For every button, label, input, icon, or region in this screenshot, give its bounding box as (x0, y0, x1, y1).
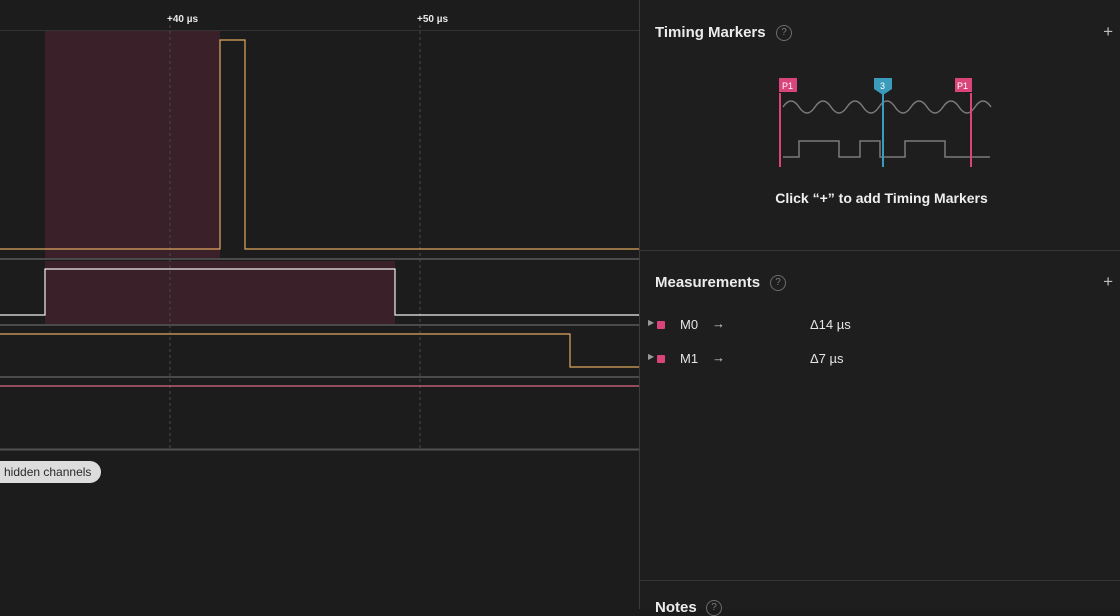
measurement-name: M0 (680, 317, 699, 332)
marker-flag-left-label: P1 (782, 81, 793, 91)
measurement-name: M1 (680, 351, 699, 366)
question-circle-icon[interactable]: ? (770, 275, 786, 291)
measurement-value: Δ7 µs (810, 351, 844, 366)
right-sidebar: Timing Markers ? + P1 3 P1 Click “+” to … (639, 0, 1120, 616)
section-divider (640, 580, 1120, 581)
add-timing-marker-button[interactable]: + (1103, 22, 1113, 42)
arrow-right-icon: → (712, 350, 725, 365)
selection-highlight (45, 261, 395, 324)
timing-markers-illustration: P1 3 P1 (779, 78, 992, 167)
question-circle-icon[interactable]: ? (776, 25, 792, 41)
illustration-sine-wave (782, 100, 992, 114)
arrow-right-icon: → (712, 316, 725, 331)
add-measurement-button[interactable]: + (1103, 272, 1113, 292)
notes-title: Notes (655, 599, 697, 616)
time-tick-label: +50 µs (417, 14, 449, 25)
hidden-channels-button[interactable]: hidden channels (0, 461, 102, 483)
marker-flag-mid-label: 3 (880, 81, 885, 91)
time-tick-label: +40 µs (167, 14, 199, 25)
plus-icon: + (1103, 272, 1113, 291)
section-divider (640, 250, 1120, 251)
measurement-value: Δ14 µs (810, 317, 851, 332)
channel-2-signal (0, 333, 639, 368)
plus-icon: + (1103, 22, 1113, 41)
selection-highlight (45, 31, 220, 258)
measurement-color-swatch (657, 321, 665, 329)
measurement-row[interactable]: ▶ M0 → Δ14 µs (640, 314, 1120, 336)
question-circle-icon[interactable]: ? (706, 600, 722, 616)
expand-caret-icon[interactable]: ▶ (648, 352, 654, 361)
waveform-viewer[interactable]: +40 µs +50 µs hidden channels (0, 0, 639, 609)
timing-markers-hint: Click “+” to add Timing Markers (775, 190, 988, 206)
measurements-title: Measurements (655, 274, 761, 291)
measurement-row[interactable]: ▶ M1 → Δ7 µs (640, 348, 1120, 370)
expand-caret-icon[interactable]: ▶ (648, 318, 654, 327)
timing-markers-title: Timing Markers (655, 24, 766, 41)
waveform-canvas[interactable] (0, 0, 639, 609)
illustration-square-wave (783, 140, 990, 158)
measurement-color-swatch (657, 355, 665, 363)
marker-flag-right-label: P1 (957, 81, 968, 91)
